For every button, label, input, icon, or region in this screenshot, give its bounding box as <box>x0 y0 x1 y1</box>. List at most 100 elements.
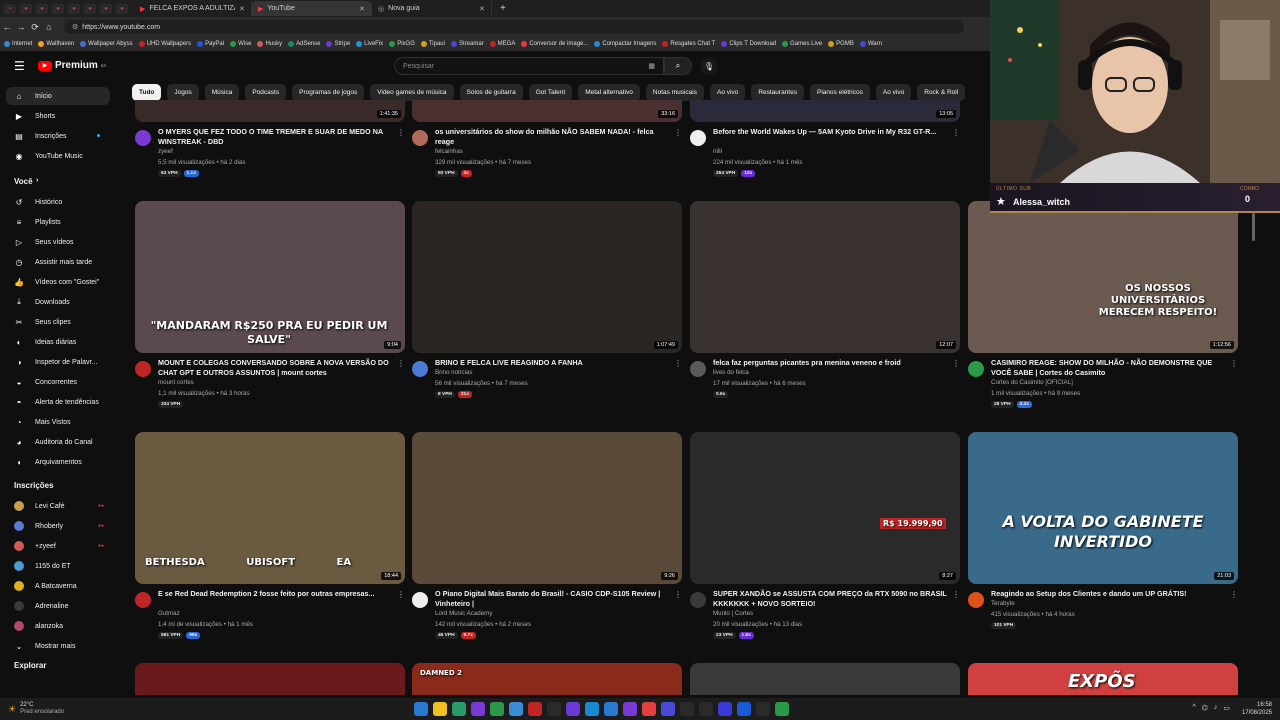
more-options-icon[interactable]: ⋮ <box>952 590 960 599</box>
search-input[interactable]: Pesquisar ▦ <box>394 57 664 75</box>
bookmark-item[interactable]: PayPal <box>197 41 224 47</box>
show-more-button[interactable]: ⌄ Mostrar mais <box>6 637 110 655</box>
channel-avatar[interactable] <box>412 592 428 608</box>
video-thumbnail[interactable]: R$ 19.999,90 8:27 <box>690 432 960 584</box>
subscription-item[interactable]: Levi Café ●● <box>6 497 110 515</box>
more-options-icon[interactable]: ⋮ <box>674 359 682 368</box>
taskbar-app-icon[interactable] <box>642 702 656 716</box>
sidebar-item[interactable]: ◕ Auditoria do Canal <box>6 433 110 451</box>
pinned-tab-icon[interactable]: ● <box>84 3 96 14</box>
bookmark-item[interactable]: Clips T Download <box>721 41 776 47</box>
channel-avatar[interactable] <box>135 130 151 146</box>
taskbar-app-icon[interactable] <box>699 702 713 716</box>
sidebar-item[interactable]: 👍 Vídeos com "Gostei" <box>6 273 110 291</box>
subscription-item[interactable]: 1155 do ET <box>6 557 110 575</box>
voice-search-button[interactable]: 🎙 <box>700 57 718 75</box>
filter-chip[interactable]: Restaurantes <box>751 84 804 101</box>
home-browser-icon[interactable]: ⌂ <box>42 22 56 32</box>
taskbar-app-icon[interactable] <box>509 702 523 716</box>
close-tab-icon[interactable]: ✕ <box>479 5 485 13</box>
video-title[interactable]: CASIMIRO REAGE: SHOW DO MILHÃO - NÃO DEM… <box>991 358 1229 378</box>
reload-icon[interactable]: ⟳ <box>28 22 42 33</box>
you-heading[interactable]: Você › <box>14 177 38 186</box>
video-thumbnail[interactable] <box>135 663 405 695</box>
more-options-icon[interactable]: ⋮ <box>397 128 405 137</box>
channel-avatar[interactable] <box>135 361 151 377</box>
browser-tab-active[interactable]: ▶ YouTube ✕ <box>252 1 372 16</box>
taskbar-app-icon[interactable] <box>661 702 675 716</box>
more-options-icon[interactable]: ⋮ <box>397 359 405 368</box>
video-thumbnail[interactable]: OS NOSSOS UNIVERSITÁRIOS MERECEM RESPEIT… <box>968 201 1238 353</box>
bookmark-item[interactable]: MEGA <box>489 41 515 47</box>
channel-avatar[interactable] <box>135 592 151 608</box>
more-options-icon[interactable]: ⋮ <box>1230 590 1238 599</box>
subscription-item[interactable]: +zyeef ●● <box>6 537 110 555</box>
browser-tab[interactable]: ◎ Nova guia ✕ <box>372 1 492 16</box>
video-thumbnail[interactable]: BETHESDA UBISOFT EA 18:44 <box>135 432 405 584</box>
pinned-tab-icon[interactable]: ● <box>20 3 32 14</box>
video-thumbnail[interactable]: 12:07 <box>690 201 960 353</box>
taskbar-app-icon[interactable] <box>623 702 637 716</box>
volume-icon[interactable]: ♪ <box>1214 704 1218 712</box>
sidebar-item[interactable]: ◒ Concorrentes <box>6 373 110 391</box>
bookmark-item[interactable]: UHD Wallpapers <box>138 41 191 47</box>
forward-icon[interactable]: → <box>14 22 28 32</box>
weather-widget[interactable]: 22°C Pred ensolarado <box>20 702 64 716</box>
keyboard-icon[interactable]: ▦ <box>648 62 655 70</box>
video-thumbnail[interactable]: 1:07:49 <box>412 201 682 353</box>
channel-avatar[interactable] <box>690 592 706 608</box>
sidebar-item[interactable]: ≡ Playlists <box>6 213 110 231</box>
channel-avatar[interactable] <box>968 592 984 608</box>
video-thumbnail[interactable] <box>690 663 960 695</box>
channel-name[interactable]: Lord Music Academy <box>435 610 492 617</box>
bookmark-item[interactable]: LiveFix <box>356 41 383 47</box>
url-field[interactable]: ⚙ https://www.youtube.com <box>64 20 964 34</box>
chevron-up-icon[interactable]: ^ <box>1192 704 1195 712</box>
more-options-icon[interactable]: ⋮ <box>952 128 960 137</box>
taskbar-app-icon[interactable] <box>718 702 732 716</box>
new-tab-button[interactable]: + <box>500 3 506 14</box>
bookmark-item[interactable]: Tipaui <box>420 41 445 47</box>
taskbar-app-icon[interactable] <box>547 702 561 716</box>
filter-chip[interactable]: Got Talent <box>528 84 573 101</box>
bookmark-item[interactable]: Compactar Imagens <box>594 41 656 47</box>
bookmark-item[interactable]: Conversor de image... <box>521 41 588 47</box>
filter-chip[interactable]: Metal alternativo <box>578 84 640 101</box>
filter-chip[interactable]: Jogos <box>167 84 199 101</box>
bookmark-item[interactable]: Wallpaper Abyss <box>80 41 133 47</box>
taskbar-app-icon[interactable] <box>737 702 751 716</box>
bookmark-item[interactable]: Warn <box>859 41 882 47</box>
video-thumbnail[interactable]: 1:41:35 <box>135 100 405 122</box>
more-options-icon[interactable]: ⋮ <box>674 128 682 137</box>
bookmark-item[interactable]: AdSense <box>288 41 320 47</box>
sidebar-item[interactable]: ▶ Shorts <box>6 107 110 125</box>
filter-chip[interactable]: Ao vivo <box>875 84 912 101</box>
channel-name[interactable]: zyeef <box>158 148 173 155</box>
taskbar-app-icon[interactable] <box>471 702 485 716</box>
video-thumbnail[interactable]: DAMNED 2 <box>412 663 682 695</box>
video-title[interactable]: O MYERS QUE FEZ TODO O TIME TREMER E SUA… <box>158 127 396 147</box>
taskbar-app-icon[interactable] <box>490 702 504 716</box>
channel-avatar[interactable] <box>968 361 984 377</box>
bookmark-item[interactable]: Resgates Chat T <box>662 41 715 47</box>
channel-name[interactable]: Cortes do Casimito [OFICIAL] <box>991 379 1073 386</box>
channel-name[interactable]: mount cortes <box>158 379 194 386</box>
sidebar-item[interactable]: ◷ Assistir mais tarde <box>6 253 110 271</box>
bookmark-item[interactable]: Wise <box>230 41 251 47</box>
sidebar-item[interactable]: ◔ Mais Vistos <box>6 413 110 431</box>
taskbar-app-icon[interactable] <box>414 702 428 716</box>
channel-avatar[interactable] <box>412 361 428 377</box>
sidebar-item[interactable]: ◓ Alerta de tendências <box>6 393 110 411</box>
video-title[interactable]: O Piano Digital Mais Barato do Brasil! -… <box>435 589 673 609</box>
video-title[interactable]: MOUNT E COLEGAS CONVERSANDO SOBRE A NOVA… <box>158 358 396 378</box>
sidebar-item[interactable]: ◑ Inspetor de Palavr... <box>6 353 110 371</box>
video-thumbnail[interactable]: "MANDARAM R$250 PRA EU PEDIR UM SALVE" 9:… <box>135 201 405 353</box>
filter-chip[interactable]: Tudo <box>132 84 162 101</box>
video-thumbnail[interactable]: EXPÕS <box>968 663 1238 695</box>
filter-chip[interactable]: Pianos elétricos <box>809 84 870 101</box>
sidebar-item[interactable]: ⌂ Início <box>6 87 110 105</box>
video-title[interactable]: BRINO E FELCA LIVE REAGINDO A FANHA <box>435 358 673 368</box>
pinned-tab-icon[interactable]: ● <box>116 3 128 14</box>
subscription-item[interactable]: A Batcaverna <box>6 577 110 595</box>
browser-menu-icon[interactable]: ▪ <box>4 3 16 14</box>
